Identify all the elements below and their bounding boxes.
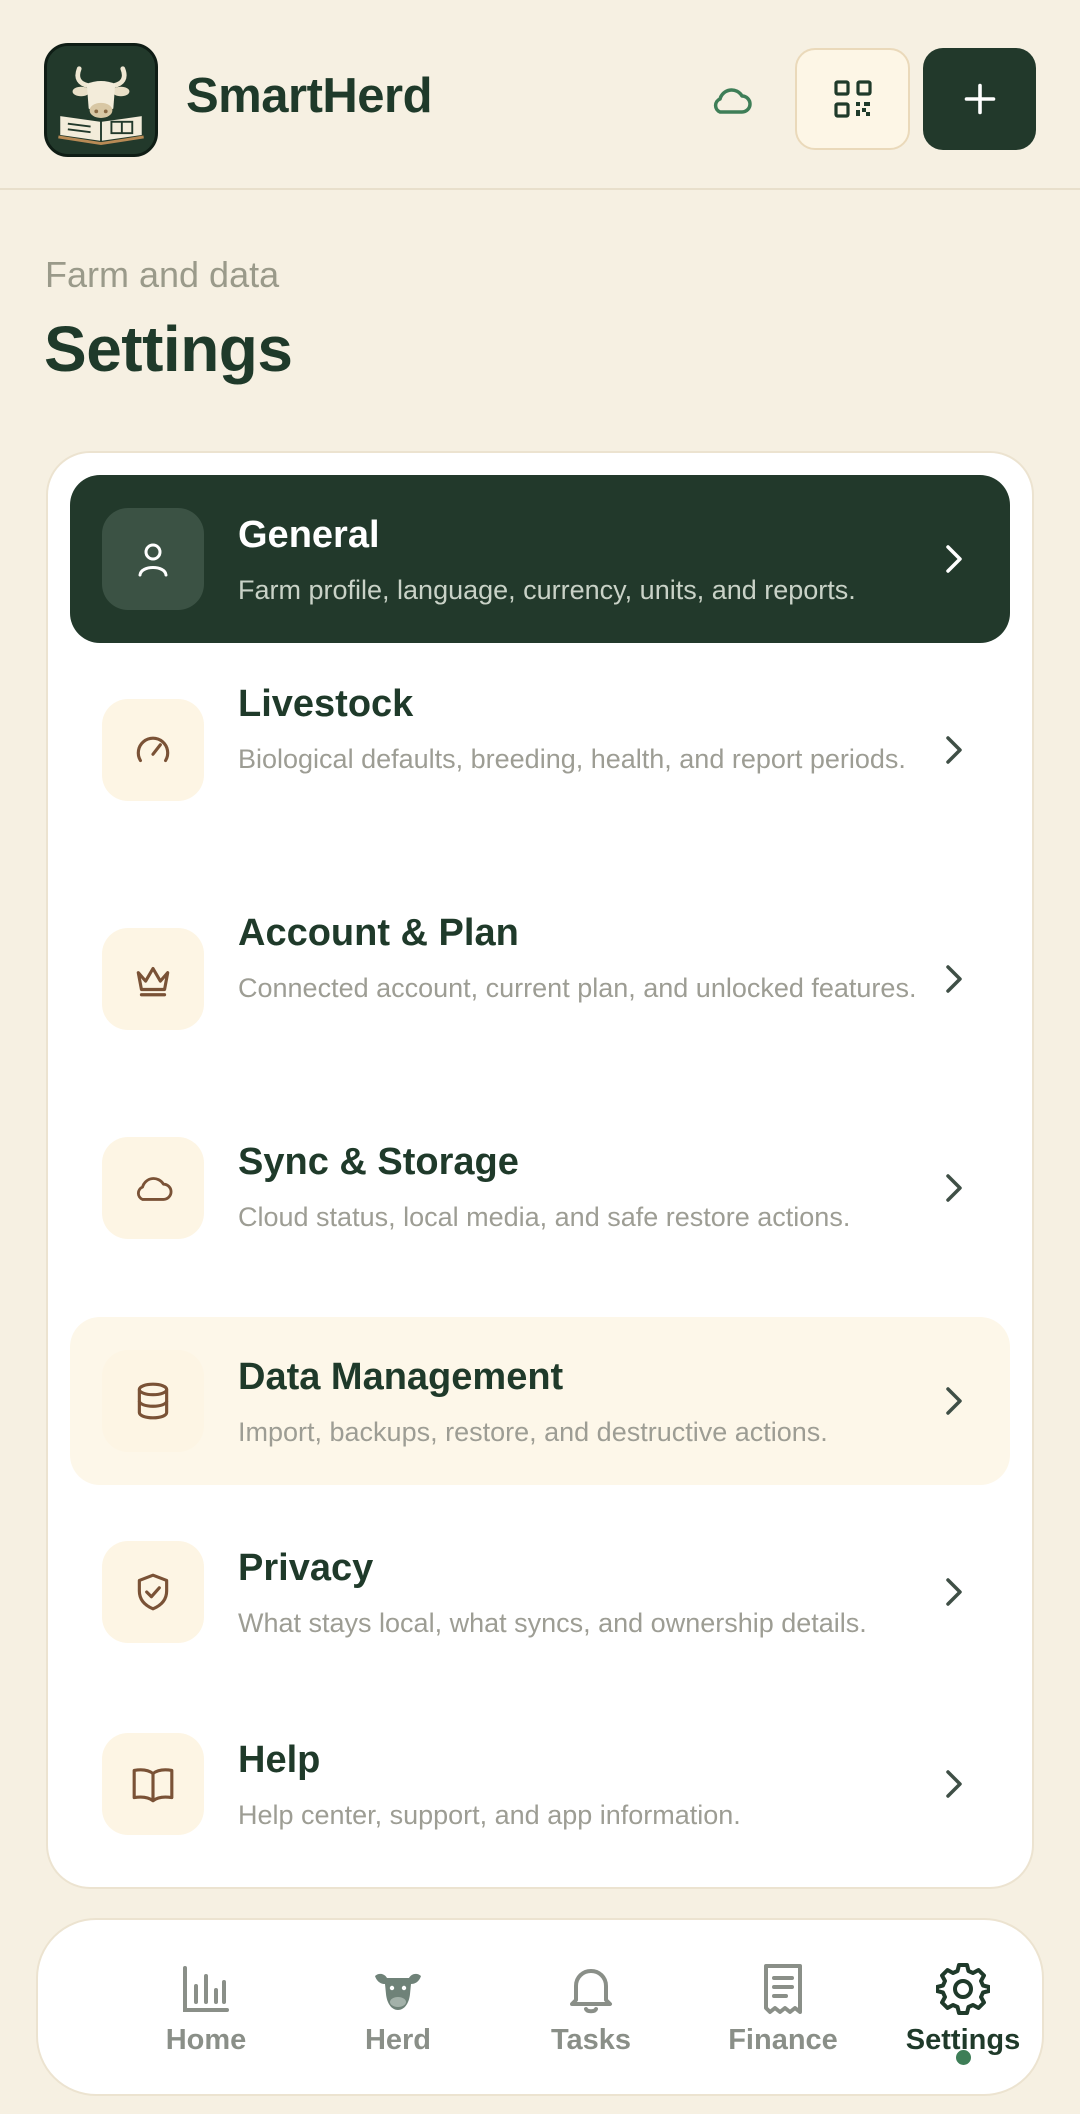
crown-icon: [102, 928, 204, 1030]
settings-item-title: Account & Plan: [238, 912, 519, 954]
chevron-right-icon: [946, 1174, 962, 1202]
settings-item-title: Data Management: [238, 1356, 564, 1398]
settings-item-description: Biological defaults, breeding, health, a…: [238, 743, 906, 774]
nav-tab-label: Tasks: [550, 2024, 632, 2056]
settings-item-title: Privacy: [238, 1547, 374, 1589]
settings-list: General Farm profile, language, currency…: [46, 451, 1034, 1889]
settings-item-sync-storage[interactable]: Sync & Storage Cloud status, local media…: [70, 1104, 1010, 1272]
plus-icon: [964, 83, 995, 115]
nav-tab-settings[interactable]: Settings: [878, 1920, 1048, 2098]
bell-icon: [570, 1969, 612, 2014]
nav-tab-label: Herd: [364, 2024, 432, 2056]
settings-item-privacy[interactable]: Privacy What stays local, what syncs, an…: [70, 1508, 1010, 1676]
nav-tab-finance[interactable]: Finance: [698, 1920, 868, 2098]
qr-scan-button[interactable]: [795, 48, 910, 150]
settings-item-title: Help: [238, 1739, 321, 1781]
settings-item-help[interactable]: Help Help center, support, and app infor…: [70, 1700, 1010, 1868]
settings-item-description: Import, backups, restore, and destructiv…: [238, 1416, 828, 1447]
chevron-right-icon: [946, 1387, 962, 1415]
nav-tab-label: Home: [165, 2024, 247, 2056]
app-brand-name: SmartHerd: [186, 69, 433, 123]
settings-item-general[interactable]: General Farm profile, language, currency…: [70, 475, 1010, 643]
bar-chart-icon: [183, 1966, 229, 2012]
qr-code-icon: [833, 80, 872, 118]
chevron-right-icon: [946, 965, 962, 993]
settings-item-livestock[interactable]: Livestock Biological defaults, breeding,…: [70, 666, 1010, 834]
chevron-right-icon: [946, 545, 962, 573]
settings-item-title: General: [238, 514, 380, 556]
gear-icon: [936, 1963, 990, 2015]
bottom-nav: Home Herd Tasks Finance Settings: [36, 1918, 1044, 2096]
cow-book-logo: [44, 43, 158, 157]
settings-item-account-plan[interactable]: Account & Plan Connected account, curren…: [70, 895, 1010, 1063]
page-eyebrow: Farm and data: [45, 254, 280, 295]
active-indicator-dot: [956, 2050, 971, 2065]
nav-tab-label: Finance: [728, 2024, 838, 2056]
nav-tab-tasks[interactable]: Tasks: [506, 1920, 676, 2098]
settings-item-description: Cloud status, local media, and safe rest…: [238, 1201, 851, 1232]
settings-item-description: Help center, support, and app informatio…: [238, 1799, 741, 1830]
chevron-right-icon: [946, 1578, 962, 1606]
add-button[interactable]: [923, 48, 1036, 150]
chevron-right-icon: [946, 736, 962, 764]
database-icon: [102, 1350, 204, 1452]
settings-item-description: Connected account, current plan, and unl…: [238, 972, 917, 1003]
app-header: SmartHerd: [0, 0, 1080, 190]
user-icon: [102, 508, 204, 610]
chevron-right-icon: [946, 1770, 962, 1798]
cloud-icon: [102, 1137, 204, 1239]
settings-item-title: Sync & Storage: [238, 1141, 519, 1183]
cow-icon: [375, 1973, 421, 2010]
page-title: Settings: [44, 313, 293, 385]
cloud-icon[interactable]: [708, 80, 754, 120]
gauge-icon: [102, 699, 204, 801]
nav-tab-herd[interactable]: Herd: [313, 1920, 483, 2098]
book-icon: [102, 1733, 204, 1835]
settings-item-description: What stays local, what syncs, and owners…: [238, 1607, 867, 1638]
nav-tab-home[interactable]: Home: [121, 1920, 291, 2098]
settings-item-data-management[interactable]: Data Management Import, backups, restore…: [70, 1317, 1010, 1485]
shield-check-icon: [102, 1541, 204, 1643]
settings-item-title: Livestock: [238, 683, 414, 725]
receipt-icon: [764, 1964, 802, 2014]
settings-item-description: Farm profile, language, currency, units,…: [238, 574, 856, 605]
